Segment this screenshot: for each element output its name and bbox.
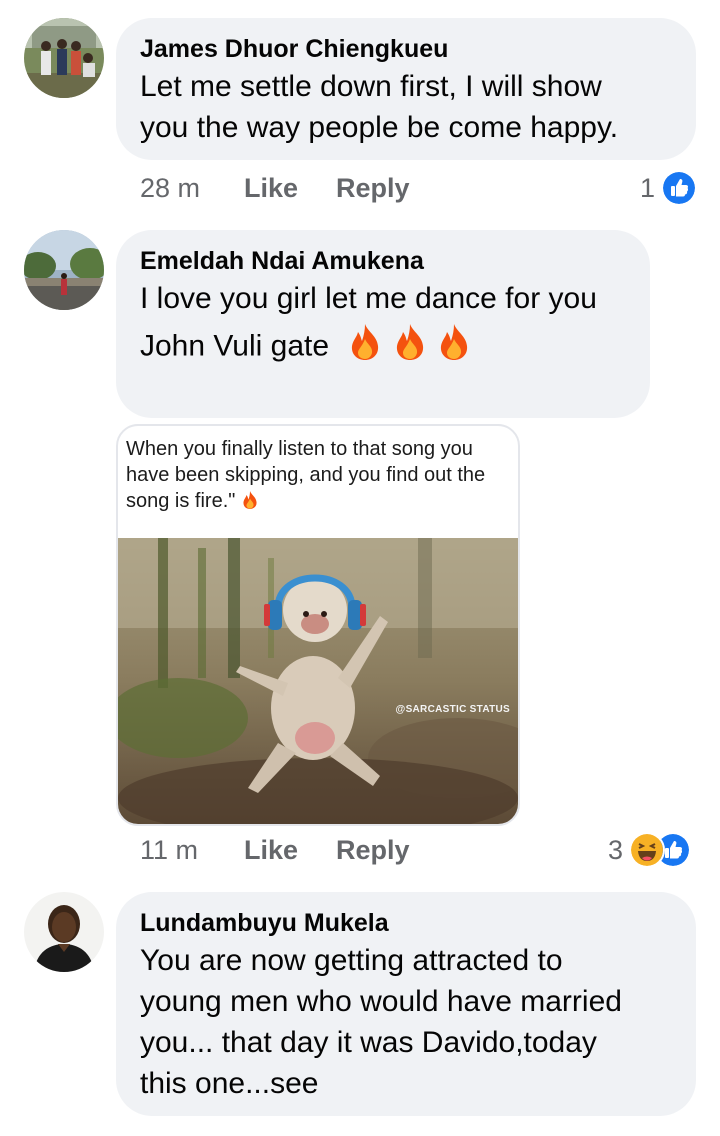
comment-text: Let me settle down first, I will show yo… bbox=[140, 66, 672, 148]
comment-text-line: I love you girl let me dance for you bbox=[140, 282, 597, 315]
comment-text: You are now getting attracted to young m… bbox=[140, 940, 672, 1104]
monkey-with-headphones-image bbox=[118, 538, 518, 824]
comment-actions: 28 m Like Reply bbox=[140, 168, 410, 208]
meme-watermark: @SARCASTIC STATUS bbox=[395, 704, 510, 715]
like-reaction-icon bbox=[661, 170, 698, 206]
comment-text-line: you... that day it was Davido,today bbox=[140, 1026, 597, 1059]
reaction-count: 3 bbox=[608, 834, 624, 865]
meme-caption-line: have been skipping, and you find out the bbox=[126, 464, 486, 486]
reaction-summary[interactable]: 1 bbox=[640, 168, 698, 208]
meme-caption-line: When you finally listen to that song you bbox=[126, 438, 473, 460]
reply-button[interactable]: Reply bbox=[336, 835, 410, 866]
haha-reaction-icon bbox=[629, 832, 666, 868]
fire-icon bbox=[396, 324, 423, 360]
comment-bubble: Emeldah Ndai Amukena I love you girl let… bbox=[116, 230, 650, 418]
avatar-emeldah[interactable] bbox=[24, 230, 104, 310]
meme-caption: When you finally listen to that song you… bbox=[126, 436, 516, 514]
comment-author[interactable]: Emeldah Ndai Amukena bbox=[140, 246, 626, 276]
reply-button[interactable]: Reply bbox=[336, 173, 410, 204]
comment-author[interactable]: Lundambuyu Mukela bbox=[140, 908, 672, 938]
fire-icon bbox=[243, 491, 257, 509]
comment-timestamp[interactable]: 28 m bbox=[140, 173, 244, 204]
comment-actions: 11 m Like Reply bbox=[140, 830, 410, 870]
fire-icon bbox=[352, 324, 379, 360]
comment-text-line: John Vuli gate bbox=[140, 329, 330, 363]
meme-caption-line: song is fire." bbox=[126, 488, 516, 514]
reaction-summary[interactable]: 3 bbox=[608, 830, 692, 870]
reaction-count: 1 bbox=[640, 172, 656, 203]
like-button[interactable]: Like bbox=[244, 173, 336, 204]
fire-icon bbox=[440, 324, 468, 360]
comment-text: I love you girl let me dance for you Joh… bbox=[140, 278, 626, 372]
comment-text-line: You are now getting attracted to bbox=[140, 944, 563, 977]
comment-image-attachment[interactable]: When you finally listen to that song you… bbox=[116, 424, 520, 826]
like-button[interactable]: Like bbox=[244, 835, 336, 866]
comment-text-line-with-emoji: John Vuli gate bbox=[140, 323, 626, 372]
comment-text-line: Let me settle down first, I will show bbox=[140, 70, 602, 103]
comment-bubble: James Dhuor Chiengkueu Let me settle dow… bbox=[116, 18, 696, 160]
comment-timestamp[interactable]: 11 m bbox=[140, 835, 244, 866]
avatar-james[interactable] bbox=[24, 18, 104, 98]
comment-text-line: you the way people be come happy. bbox=[140, 111, 619, 144]
avatar-lundambuyu[interactable] bbox=[24, 892, 104, 972]
fire-emoji-group bbox=[347, 323, 472, 372]
comment-text-line: young men who would have married bbox=[140, 985, 622, 1018]
comment-bubble: Lundambuyu Mukela You are now getting at… bbox=[116, 892, 696, 1116]
comment-text-line: this one...see bbox=[140, 1067, 319, 1100]
comment-author[interactable]: James Dhuor Chiengkueu bbox=[140, 34, 672, 64]
